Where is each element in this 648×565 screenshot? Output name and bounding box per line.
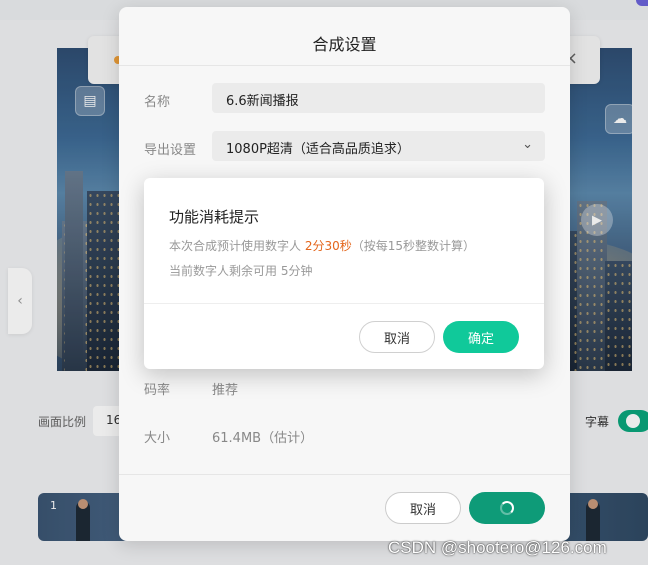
export-select-value: 1080P超清（适合高品质追求） [226,142,410,157]
settings-confirm-button[interactable] [469,492,545,524]
divider [119,474,570,475]
name-label: 名称 [144,95,171,110]
alert-title: 功能消耗提示 [169,208,260,226]
alert-cancel-button[interactable]: 取消 [359,321,435,353]
name-input[interactable]: 6.6新闻播报 [212,83,545,113]
export-label: 导出设置 [144,143,197,158]
watermark: CSDN @shootero@126.com [388,538,607,557]
export-select[interactable]: 1080P超清（适合高品质追求） ⌄ [212,131,545,161]
alert-confirm-button[interactable]: 确定 [443,321,519,353]
loading-spinner-icon [500,501,514,515]
dialog-title: 合成设置 [312,35,377,54]
chevron-down-icon: ⌄ [522,137,533,152]
usage-alert-dialog: 功能消耗提示 本次合成预计使用数字人 2分30秒（按每15秒整数计算） 当前数字… [144,178,544,369]
usage-estimate-text: 本次合成预计使用数字人 2分30秒（按每15秒整数计算） [169,237,475,254]
size-label: 大小 [144,431,171,446]
usage-prefix: 本次合成预计使用数字人 [169,239,305,253]
remaining-text: 当前数字人剩余可用 5分钟 [169,264,313,278]
settings-cancel-button[interactable]: 取消 [385,492,461,524]
divider [119,65,570,66]
usage-suffix: （按每15秒整数计算） [351,239,476,253]
size-value: 61.4MB（估计） [212,431,314,446]
bitrate-value: 推荐 [212,383,239,398]
divider [144,303,544,304]
usage-duration: 2分30秒 [304,239,352,253]
bitrate-label: 码率 [144,383,171,398]
